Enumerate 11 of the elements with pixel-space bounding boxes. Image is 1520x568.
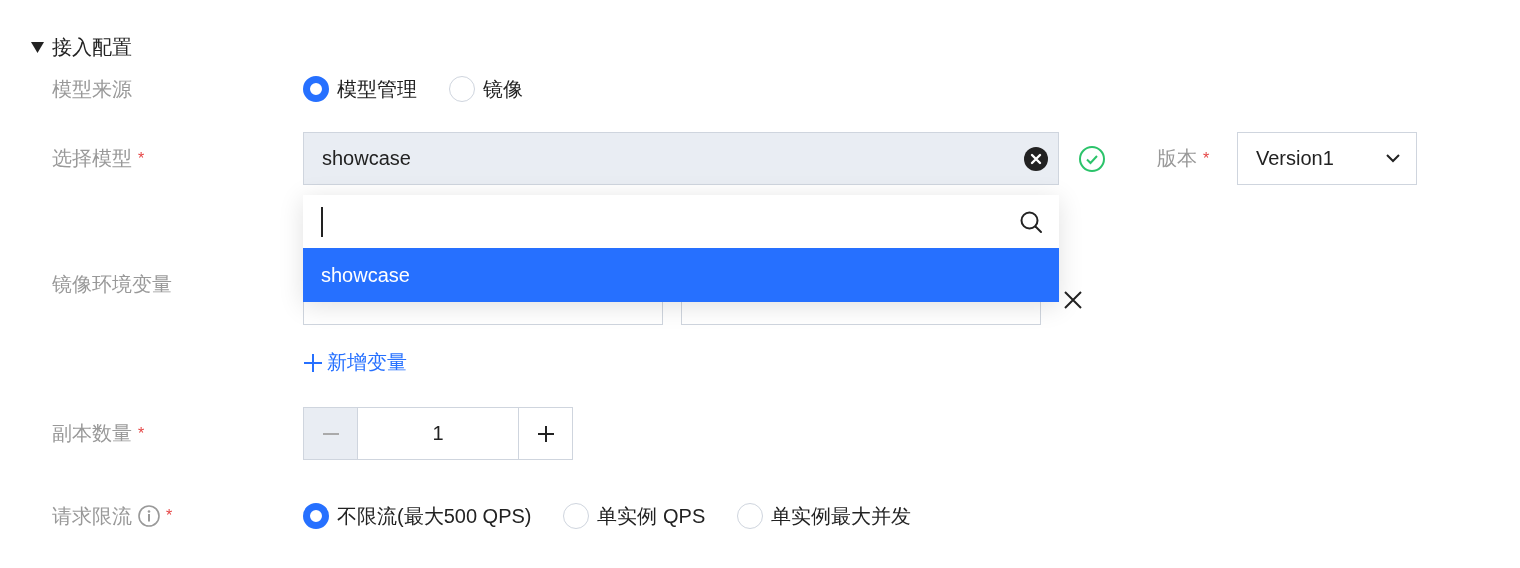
field-label: 副本数量 <box>52 421 132 446</box>
section-title: 接入配置 <box>52 34 132 60</box>
required-mark: * <box>1203 149 1210 168</box>
field-label: 选择模型 <box>52 146 132 171</box>
required-mark: * <box>138 149 145 168</box>
required-mark: * <box>166 507 173 525</box>
required-mark: * <box>138 424 145 443</box>
field-label: 请求限流 <box>52 503 132 529</box>
field-label: 模型来源 <box>52 76 132 102</box>
field-label: 镜像环境变量 <box>52 272 172 297</box>
field-label: 版本 <box>1157 146 1197 171</box>
